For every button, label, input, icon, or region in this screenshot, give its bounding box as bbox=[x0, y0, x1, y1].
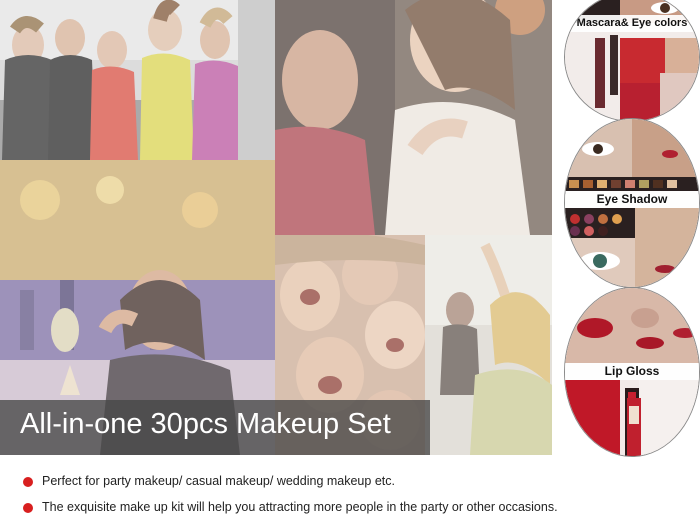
dancing-woman-photo bbox=[425, 235, 552, 455]
oval-label: Lip Gloss bbox=[565, 363, 699, 380]
mascara-eye-colors-oval: Mascara& Eye colors bbox=[564, 0, 700, 122]
feature-text: The exquisite make up kit will help you … bbox=[42, 500, 558, 514]
red-bullet-icon bbox=[23, 477, 33, 487]
feature-list: Perfect for party makeup/ casual makeup/… bbox=[20, 474, 690, 526]
oval-label: Eye Shadow bbox=[565, 191, 699, 208]
list-item: The exquisite make up kit will help you … bbox=[20, 500, 690, 526]
product-title: All-in-one 30pcs Makeup Set bbox=[20, 408, 391, 440]
eye-shadow-oval: Eye Shadow bbox=[564, 118, 700, 288]
lip-gloss-oval: Lip Gloss bbox=[564, 287, 700, 457]
red-bullet-icon bbox=[23, 503, 33, 513]
party-photo-collage: All-in-one 30pcs Makeup Set bbox=[0, 0, 552, 455]
party-women-photo bbox=[0, 0, 275, 160]
feature-text: Perfect for party makeup/ casual makeup/… bbox=[42, 474, 395, 488]
list-item: Perfect for party makeup/ casual makeup/… bbox=[20, 474, 690, 500]
feature-ovals: Mascara& Eye colors Eye Shadow Lip Gloss bbox=[552, 0, 700, 457]
laughing-woman-photo bbox=[275, 0, 552, 235]
oval-label: Mascara& Eye colors bbox=[565, 15, 699, 32]
